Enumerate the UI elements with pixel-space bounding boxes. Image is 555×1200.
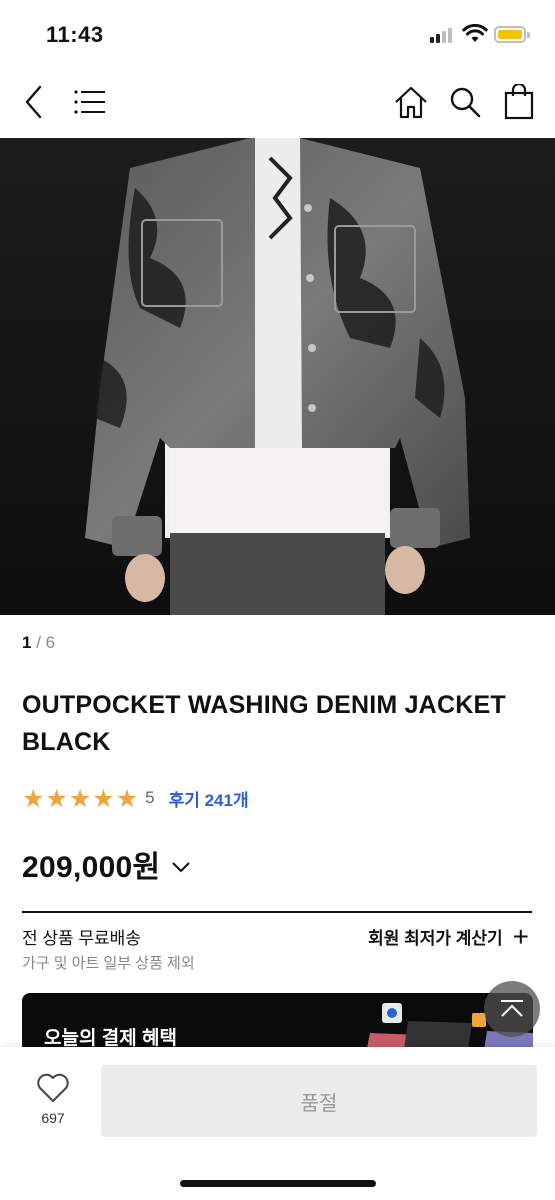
image-pager: 1 / 6 [22, 633, 55, 653]
status-time: 11:43 [46, 22, 104, 47]
home-indicator [180, 1180, 376, 1187]
review-count-link[interactable]: 후기 241개 [169, 786, 249, 811]
star-icon: ★ [68, 783, 92, 813]
product-rating: ★ ★ ★ ★ ★ 5 후기 241개 [22, 785, 249, 811]
rating-score: 5 [145, 788, 155, 807]
calculator-label: 회원 최저가 계산기 [368, 929, 503, 948]
battery-icon [494, 26, 530, 43]
search-button[interactable] [443, 80, 487, 124]
sold-out-button[interactable]: 품절 [101, 1065, 537, 1137]
like-count: 697 [41, 1110, 65, 1126]
section-divider [22, 911, 532, 913]
cellular-signal-icon [430, 27, 456, 43]
arrow-up-icon [501, 1000, 523, 1017]
plus-icon: + [512, 920, 529, 952]
status-bar: 11:43 [0, 0, 555, 66]
home-button[interactable] [389, 80, 433, 124]
home-icon [395, 86, 427, 119]
star-rating: ★ ★ ★ ★ ★ [22, 786, 139, 811]
free-shipping-note: 가구 및 아트 일부 상품 제외 [22, 955, 195, 972]
menu-button[interactable] [68, 80, 112, 124]
wifi-icon [462, 24, 488, 42]
pager-total: 6 [45, 633, 56, 652]
back-button[interactable] [12, 80, 56, 124]
member-price-calculator-button[interactable]: 회원 최저가 계산기 + [368, 920, 529, 952]
free-shipping-title: 전 상품 무료배송 [22, 929, 141, 948]
chevron-left-icon [25, 85, 42, 119]
top-nav-bar [0, 66, 555, 138]
like-button[interactable]: 697 [30, 1073, 76, 1126]
benefit-title: 오늘의 결제 혜택 [44, 1028, 177, 1049]
chevron-down-icon[interactable] [170, 860, 192, 874]
product-title: OUTPOCKET WASHING DENIM JACKET BLACK [22, 691, 506, 756]
star-icon: ★ [45, 783, 68, 813]
star-icon: ★ [92, 783, 115, 813]
shopping-bag-icon [504, 84, 534, 120]
star-icon: ★ [22, 783, 45, 813]
star-icon: ★ [115, 783, 139, 813]
bottom-action-bar: 697 품절 [0, 1047, 555, 1200]
cart-button[interactable] [497, 80, 541, 124]
hamburger-menu-icon [74, 90, 105, 114]
search-icon [450, 87, 481, 118]
heart-icon [37, 1073, 69, 1102]
pager-separator: / [31, 633, 46, 652]
product-image-gallery[interactable] [0, 138, 555, 615]
product-photo [0, 138, 555, 615]
scroll-to-top-button[interactable] [484, 981, 540, 1037]
price-row[interactable]: 209,000원 [22, 842, 192, 886]
product-price: 209,000원 [22, 851, 161, 884]
